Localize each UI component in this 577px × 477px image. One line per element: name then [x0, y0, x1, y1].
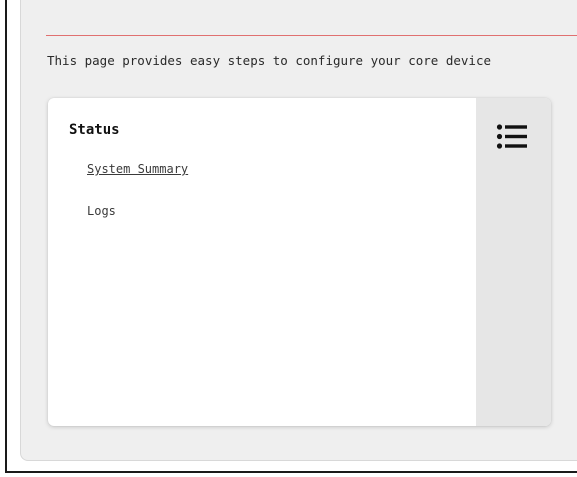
intro-text: This page provides easy steps to configu… [47, 53, 492, 68]
status-title: Status [69, 122, 120, 138]
list-menu-icon[interactable] [496, 123, 530, 151]
status-card: Status System Summary Logs [48, 98, 551, 426]
card-side-panel [476, 98, 551, 426]
logs-link[interactable]: Logs [87, 204, 116, 218]
header-divider [46, 35, 577, 36]
system-summary-link[interactable]: System Summary [87, 162, 188, 176]
